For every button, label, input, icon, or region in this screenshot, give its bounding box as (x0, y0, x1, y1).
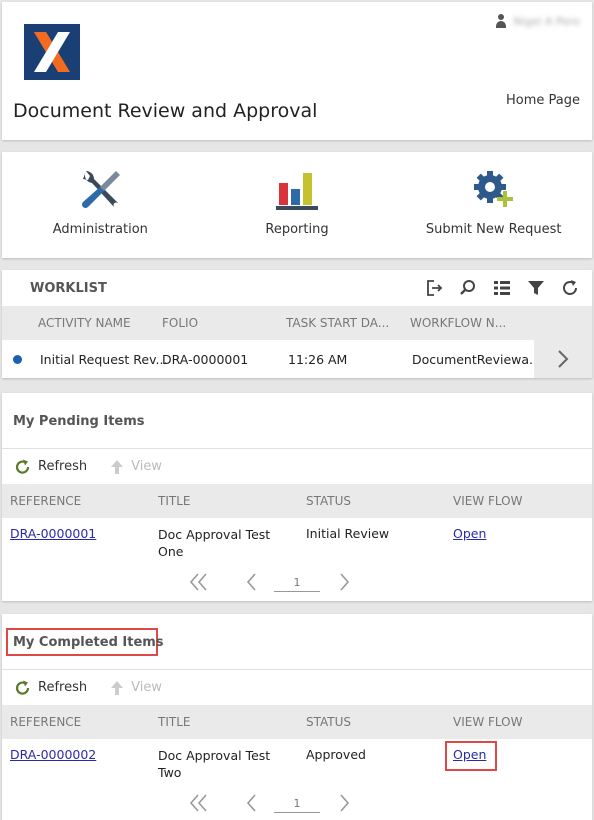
first-page-icon[interactable] (188, 572, 210, 596)
status-dot (13, 355, 22, 364)
refresh-icon (15, 680, 30, 695)
column-activity-name[interactable]: ACTIVITY NAME (38, 316, 131, 330)
open-task-button[interactable] (534, 340, 592, 378)
refresh-button[interactable]: Refresh (14, 458, 87, 476)
refresh-icon (15, 459, 30, 474)
home-page-link[interactable]: Home Page (506, 93, 580, 108)
worklist-title: WORKLIST (30, 280, 107, 296)
pending-items-panel: My Pending Items Refresh View REFERENCE … (2, 393, 592, 601)
up-arrow-icon (111, 680, 124, 695)
view-flow-link[interactable]: Open (453, 526, 486, 541)
workflow-name: DocumentReviewa... (412, 351, 541, 367)
column-folio[interactable]: FOLIO (162, 316, 198, 330)
chevron-right-icon (558, 350, 569, 368)
item-title: Doc Approval Test Two (158, 748, 271, 780)
refresh-icon[interactable] (560, 278, 580, 298)
view-label: View (131, 459, 162, 474)
column-view-flow[interactable]: VIEW FLOW (453, 494, 522, 508)
pending-items-header: My Pending Items (2, 393, 592, 449)
worklist-column-headers: ACTIVITY NAME FOLIO TASK START DA... WOR… (2, 306, 592, 340)
worklist-panel: WORKLIST ACTIVITY NAME FOLIO TASK START … (2, 270, 592, 378)
refresh-label: Refresh (38, 680, 88, 695)
item-status: Approved (306, 747, 366, 762)
app-logo (24, 24, 80, 80)
bar-chart-icon (272, 164, 322, 214)
pending-toolbar: Refresh View (2, 449, 592, 484)
reporting-label: Reporting (265, 222, 329, 237)
tools-icon (75, 164, 125, 214)
worklist-toolbar (424, 278, 580, 298)
header-panel: Nigel A Pero Document Review and Approva… (2, 2, 592, 140)
column-view-flow[interactable]: VIEW FLOW (453, 715, 522, 729)
filter-icon[interactable] (526, 278, 546, 298)
completed-toolbar: Refresh View (2, 670, 592, 705)
completed-items-title: My Completed Items (13, 635, 164, 650)
view-label: View (131, 680, 162, 695)
pending-column-headers: REFERENCE TITLE STATUS VIEW FLOW (2, 484, 592, 518)
reporting-tile[interactable]: Reporting (199, 152, 396, 258)
column-status[interactable]: STATUS (306, 715, 351, 729)
table-row[interactable]: DRA-0000002 Doc Approval Test Two Approv… (2, 739, 592, 787)
reference-link[interactable]: DRA-0000002 (10, 747, 96, 762)
column-reference[interactable]: REFERENCE (10, 494, 81, 508)
refresh-label: Refresh (38, 459, 88, 474)
app-tiles-panel: Administration Reporting Submit New Requ… (2, 152, 592, 258)
table-row[interactable]: DRA-0000001 Doc Approval Test One Initia… (2, 518, 592, 566)
refresh-button[interactable]: Refresh (14, 679, 87, 697)
page-number-input[interactable]: 1 (274, 797, 320, 813)
column-task-start-date[interactable]: TASK START DA... (286, 316, 389, 330)
item-status: Initial Review (306, 526, 390, 541)
completed-pager: 1 (2, 787, 592, 820)
task-start-date: 11:26 AM (288, 351, 348, 367)
user-menu[interactable]: Nigel A Pero (495, 14, 580, 29)
column-title[interactable]: TITLE (158, 715, 190, 729)
reference-link[interactable]: DRA-0000001 (10, 526, 96, 541)
page-title: Document Review and Approval (13, 100, 318, 122)
worklist-header: WORKLIST (2, 270, 592, 306)
submit-new-request-label: Submit New Request (425, 222, 562, 237)
next-page-icon[interactable] (338, 793, 352, 817)
up-arrow-icon (111, 459, 124, 474)
first-page-icon[interactable] (188, 793, 210, 817)
completed-column-headers: REFERENCE TITLE STATUS VIEW FLOW (2, 705, 592, 739)
administration-label: Administration (52, 222, 148, 237)
export-icon[interactable] (424, 278, 444, 298)
user-name: Nigel A Pero (513, 15, 580, 28)
item-title: Doc Approval Test One (158, 527, 271, 559)
highlight-box (445, 741, 497, 771)
submit-new-request-tile[interactable]: Submit New Request (395, 152, 592, 258)
next-page-icon[interactable] (338, 572, 352, 596)
pending-pager: 1 (2, 566, 592, 600)
column-workflow-name[interactable]: WORKFLOW N... (410, 316, 506, 330)
column-title[interactable]: TITLE (158, 494, 190, 508)
list-view-icon[interactable] (492, 278, 512, 298)
prev-page-icon[interactable] (244, 572, 258, 596)
worklist-row[interactable]: Initial Request Rev... DRA-0000001 11:26… (2, 340, 592, 378)
page-number-input[interactable]: 1 (274, 576, 320, 592)
pending-items-title: My Pending Items (13, 414, 145, 429)
administration-tile[interactable]: Administration (2, 152, 199, 258)
activity-name: Initial Request Rev... (40, 351, 168, 367)
column-status[interactable]: STATUS (306, 494, 351, 508)
column-reference[interactable]: REFERENCE (10, 715, 81, 729)
user-icon (495, 14, 507, 29)
view-button[interactable]: View (109, 459, 162, 475)
completed-items-header: My Completed Items (2, 614, 592, 670)
search-icon[interactable] (458, 278, 478, 298)
view-flow-cell: Open (445, 741, 497, 771)
view-button[interactable]: View (109, 680, 162, 696)
folio: DRA-0000001 (162, 351, 249, 367)
gear-add-icon (469, 164, 519, 214)
completed-items-panel: My Completed Items Refresh View REFERENC… (2, 614, 592, 820)
prev-page-icon[interactable] (244, 793, 258, 817)
